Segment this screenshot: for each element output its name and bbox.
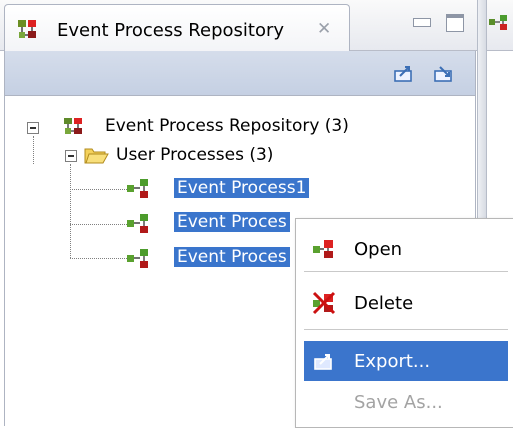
menu-item-save-as: Save As... — [304, 382, 508, 422]
tree-guide — [70, 258, 127, 259]
menu-item-delete[interactable]: Delete — [304, 283, 508, 323]
tree-item-event-process-3[interactable]: Event Proces — [174, 247, 290, 267]
menu-separator — [304, 329, 508, 330]
import-icon[interactable] — [432, 61, 456, 85]
repository-icon — [64, 118, 82, 134]
event-process-repository-view: Event Process Repository ✕ Event Process… — [0, 0, 513, 428]
active-tab[interactable]: Event Process Repository ✕ — [4, 4, 350, 52]
tree-guide — [33, 136, 34, 164]
open-icon — [313, 240, 333, 258]
menu-separator — [304, 271, 508, 272]
side-tab-icon[interactable] — [488, 14, 510, 32]
menu-item-open[interactable]: Open — [304, 229, 508, 269]
view-toolbar — [4, 51, 476, 96]
export-icon — [314, 354, 332, 370]
tree-guide — [70, 164, 71, 258]
tree-item-event-process-1[interactable]: Event Process1 — [174, 178, 310, 198]
menu-label-open: Open — [354, 239, 403, 260]
view-titlebar: Event Process Repository ✕ — [0, 0, 513, 52]
collapse-folder-icon[interactable] — [65, 150, 77, 162]
delete-icon — [312, 291, 336, 315]
tree-root-label[interactable]: Event Process Repository (3) — [105, 116, 349, 136]
process-icon — [127, 214, 148, 233]
export-icon[interactable] — [392, 61, 416, 85]
menu-label-delete: Delete — [354, 293, 414, 314]
menu-label-export: Export... — [354, 351, 431, 372]
tree-item-event-process-2[interactable]: Event Proces — [174, 212, 290, 232]
repository-icon — [18, 20, 36, 38]
tab-title: Event Process Repository — [57, 20, 285, 41]
process-icon — [127, 249, 148, 268]
tree-guide — [70, 189, 127, 190]
process-icon — [127, 179, 148, 198]
view-controls — [413, 14, 473, 36]
context-menu: Open Delete Export... Save As... — [295, 218, 513, 428]
minimize-icon[interactable] — [413, 18, 431, 27]
tree-guide — [70, 224, 127, 225]
collapse-root-icon[interactable] — [27, 122, 39, 134]
menu-label-save-as: Save As... — [354, 392, 443, 413]
menu-item-export[interactable]: Export... — [304, 341, 508, 381]
maximize-icon[interactable] — [446, 14, 464, 32]
folder-open-icon — [84, 148, 109, 164]
folder-label[interactable]: User Processes (3) — [116, 145, 273, 165]
close-tab-icon[interactable]: ✕ — [317, 19, 331, 39]
